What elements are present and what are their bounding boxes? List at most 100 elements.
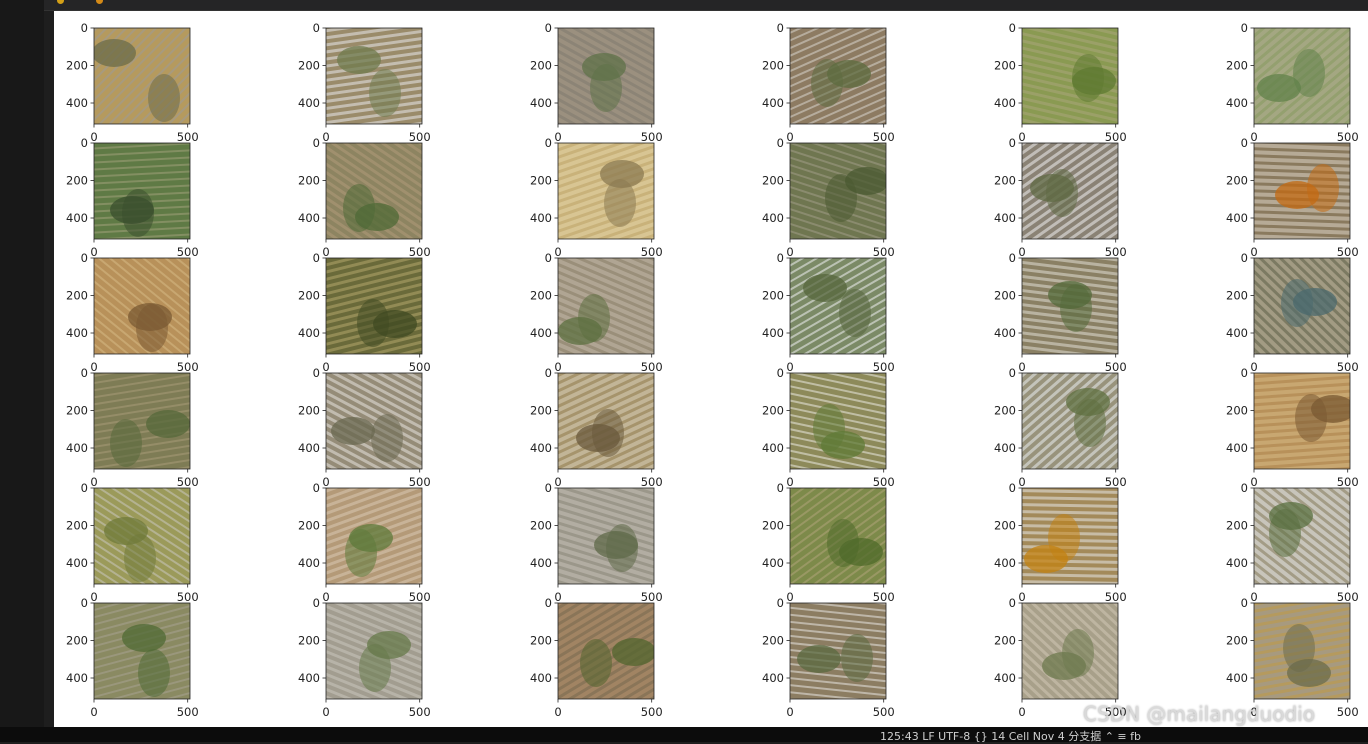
y-tick-label: 0 <box>777 481 784 495</box>
y-tick-label: 200 <box>1226 403 1248 417</box>
y-tick-label: 200 <box>994 288 1016 302</box>
x-tick-label: 0 <box>1018 705 1025 719</box>
y-tick-label: 400 <box>530 96 552 110</box>
y-tick-label: 200 <box>530 173 552 187</box>
x-tick-label: 0 <box>322 360 329 374</box>
y-tick-label: 0 <box>1009 366 1016 380</box>
x-tick-label: 500 <box>873 590 895 604</box>
x-tick-label: 500 <box>1337 705 1359 719</box>
x-tick-label: 500 <box>409 360 431 374</box>
y-tick-label: 400 <box>762 326 784 340</box>
cell-gutter <box>44 11 54 727</box>
y-tick-label: 400 <box>298 211 320 225</box>
y-tick-label: 400 <box>66 441 88 455</box>
status-bar: 125:43 LF UTF-8 {} 14 Cell Nov 4 分支据 ⌃ ≡… <box>0 727 1368 743</box>
x-tick-label: 0 <box>1018 475 1025 489</box>
y-tick-label: 0 <box>81 366 88 380</box>
x-tick-label: 0 <box>1018 590 1025 604</box>
run-indicator-icon[interactable] <box>57 0 64 4</box>
x-tick-label: 500 <box>409 590 431 604</box>
y-tick-label: 0 <box>81 251 88 265</box>
y-tick-label: 200 <box>762 288 784 302</box>
x-tick-label: 0 <box>90 360 97 374</box>
y-tick-label: 0 <box>1241 136 1248 150</box>
y-tick-label: 400 <box>298 326 320 340</box>
x-tick-label: 500 <box>409 245 431 259</box>
y-tick-label: 200 <box>298 288 320 302</box>
x-tick-label: 0 <box>554 130 561 144</box>
x-tick-label: 500 <box>1105 245 1127 259</box>
y-tick-label: 400 <box>530 211 552 225</box>
y-tick-label: 400 <box>994 96 1016 110</box>
x-tick-label: 500 <box>641 360 663 374</box>
x-tick-label: 0 <box>322 130 329 144</box>
x-tick-label: 500 <box>1105 590 1127 604</box>
y-tick-label: 0 <box>1009 21 1016 35</box>
y-tick-label: 400 <box>530 671 552 685</box>
y-tick-label: 0 <box>1241 596 1248 610</box>
y-tick-label: 400 <box>66 211 88 225</box>
x-tick-label: 0 <box>322 705 329 719</box>
y-tick-label: 0 <box>81 481 88 495</box>
y-tick-label: 0 <box>1241 21 1248 35</box>
y-tick-label: 400 <box>1226 211 1248 225</box>
aerial-image <box>326 28 422 124</box>
y-tick-label: 0 <box>545 136 552 150</box>
x-tick-label: 0 <box>554 590 561 604</box>
x-tick-label: 0 <box>322 245 329 259</box>
y-tick-label: 400 <box>994 326 1016 340</box>
y-tick-label: 0 <box>777 251 784 265</box>
y-tick-label: 200 <box>66 403 88 417</box>
y-tick-label: 0 <box>1009 251 1016 265</box>
x-tick-label: 500 <box>1337 245 1359 259</box>
x-tick-label: 500 <box>1105 130 1127 144</box>
y-tick-label: 400 <box>530 441 552 455</box>
y-tick-label: 400 <box>762 211 784 225</box>
x-tick-label: 500 <box>641 245 663 259</box>
x-tick-label: 500 <box>409 130 431 144</box>
x-tick-label: 500 <box>1337 590 1359 604</box>
y-tick-label: 200 <box>530 518 552 532</box>
y-tick-label: 200 <box>298 633 320 647</box>
y-tick-label: 400 <box>66 96 88 110</box>
x-tick-label: 0 <box>786 130 793 144</box>
y-tick-label: 400 <box>762 556 784 570</box>
x-tick-label: 0 <box>1018 245 1025 259</box>
y-tick-label: 200 <box>994 403 1016 417</box>
y-tick-label: 200 <box>762 518 784 532</box>
y-tick-label: 400 <box>1226 326 1248 340</box>
activity-sidebar <box>0 0 44 742</box>
x-tick-label: 0 <box>1018 130 1025 144</box>
y-tick-label: 200 <box>530 403 552 417</box>
x-tick-label: 0 <box>90 590 97 604</box>
x-tick-label: 0 <box>786 360 793 374</box>
y-tick-label: 200 <box>1226 173 1248 187</box>
x-tick-label: 0 <box>1018 360 1025 374</box>
x-tick-label: 500 <box>873 245 895 259</box>
x-tick-label: 500 <box>177 130 199 144</box>
x-tick-label: 0 <box>786 705 793 719</box>
y-tick-label: 200 <box>66 58 88 72</box>
y-tick-label: 400 <box>298 96 320 110</box>
cell-status-icon[interactable] <box>96 0 103 4</box>
y-tick-label: 400 <box>66 326 88 340</box>
x-tick-label: 500 <box>409 705 431 719</box>
x-tick-label: 0 <box>786 245 793 259</box>
y-tick-label: 0 <box>1241 251 1248 265</box>
y-tick-label: 400 <box>530 556 552 570</box>
y-tick-label: 0 <box>81 21 88 35</box>
y-tick-label: 400 <box>1226 96 1248 110</box>
y-tick-label: 200 <box>66 518 88 532</box>
y-tick-label: 0 <box>545 366 552 380</box>
x-tick-label: 500 <box>409 475 431 489</box>
x-tick-label: 500 <box>641 475 663 489</box>
x-tick-label: 0 <box>554 475 561 489</box>
x-tick-label: 500 <box>1337 360 1359 374</box>
y-tick-label: 0 <box>777 596 784 610</box>
x-tick-label: 500 <box>177 360 199 374</box>
y-tick-label: 0 <box>313 366 320 380</box>
x-tick-label: 500 <box>873 130 895 144</box>
x-tick-label: 0 <box>90 130 97 144</box>
y-tick-label: 200 <box>762 58 784 72</box>
y-tick-label: 200 <box>298 403 320 417</box>
